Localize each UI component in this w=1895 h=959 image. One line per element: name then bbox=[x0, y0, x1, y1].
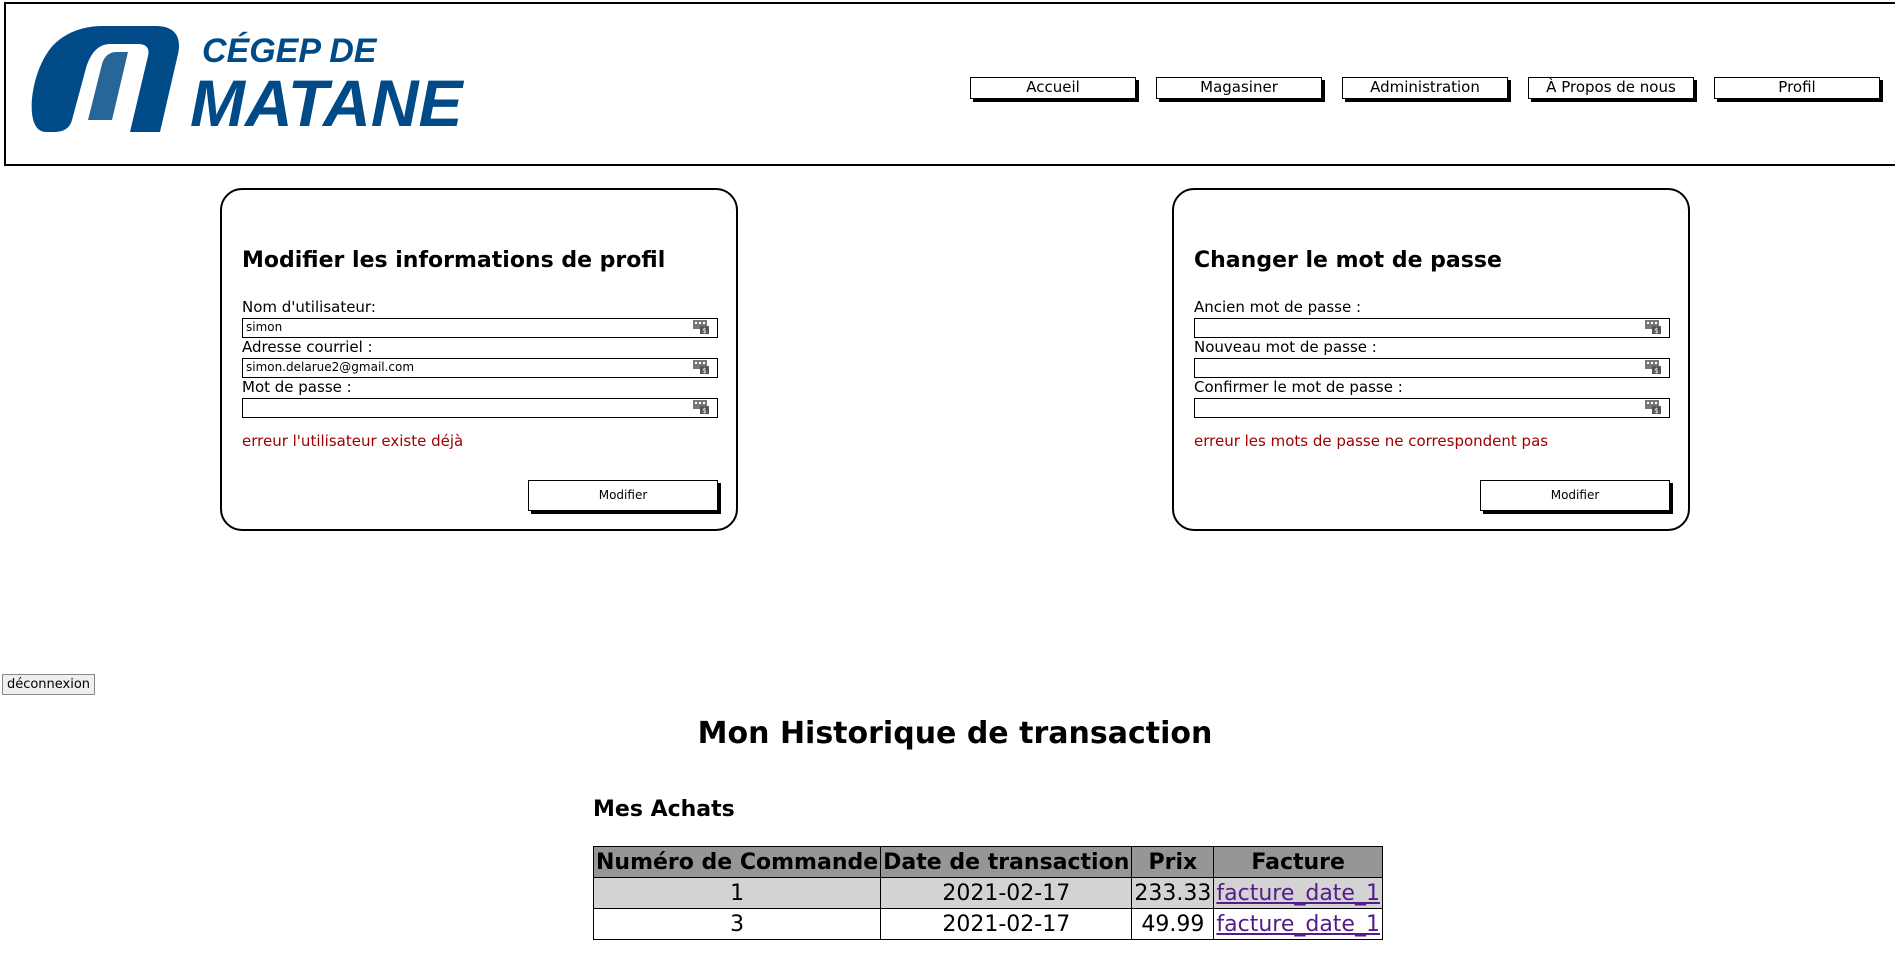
price-cell: 233.33 bbox=[1131, 877, 1215, 909]
table-row: 1 2021-02-17 233.33 facture_date_1 bbox=[592, 877, 1383, 909]
password-manager-icon[interactable]: $ bbox=[693, 360, 709, 374]
username-field[interactable]: simon $ bbox=[242, 318, 718, 338]
change-password-title: Changer le mot de passe bbox=[1194, 248, 1502, 273]
password-manager-icon[interactable]: $ bbox=[1645, 400, 1661, 414]
date-cell: 2021-02-17 bbox=[880, 877, 1133, 909]
svg-text:$: $ bbox=[702, 327, 706, 334]
profile-modify-button[interactable]: Modifier bbox=[528, 480, 718, 511]
invoice-link[interactable]: facture_date_1 bbox=[1216, 881, 1380, 906]
svg-text:$: $ bbox=[1654, 407, 1658, 414]
password-error-message: erreur les mots de passe ne corresponden… bbox=[1194, 432, 1549, 450]
password-modify-button[interactable]: Modifier bbox=[1480, 480, 1670, 511]
date-cell: 2021-02-17 bbox=[880, 908, 1133, 940]
password-label: Mot de passe : bbox=[242, 378, 352, 396]
order-number-cell: 3 bbox=[592, 908, 882, 940]
col-transaction-date: Date de transaction bbox=[880, 846, 1133, 878]
password-manager-icon[interactable]: $ bbox=[1645, 320, 1661, 334]
new-password-field[interactable]: $ bbox=[1194, 358, 1670, 378]
svg-text:$: $ bbox=[1654, 367, 1658, 374]
site-header: CÉGEP DE MATANE Accueil Magasiner Admini… bbox=[4, 2, 1895, 166]
cegep-matane-logo[interactable]: CÉGEP DE MATANE bbox=[24, 20, 464, 150]
password-manager-icon[interactable]: $ bbox=[1645, 360, 1661, 374]
history-title: Mon Historique de transaction bbox=[697, 716, 1213, 751]
password-manager-icon[interactable]: $ bbox=[693, 400, 709, 414]
col-invoice: Facture bbox=[1213, 846, 1383, 878]
password-field[interactable]: $ bbox=[242, 398, 718, 418]
email-field[interactable]: simon.delarue2@gmail.com $ bbox=[242, 358, 718, 378]
svg-text:$: $ bbox=[702, 407, 706, 414]
old-password-field[interactable]: $ bbox=[1194, 318, 1670, 338]
nav-administration-button[interactable]: Administration bbox=[1342, 77, 1508, 99]
username-value: simon bbox=[246, 320, 283, 334]
old-password-label: Ancien mot de passe : bbox=[1194, 298, 1362, 316]
logout-button[interactable]: déconnexion bbox=[2, 674, 95, 695]
logo-text-line2: MATANE bbox=[190, 66, 464, 140]
col-order-number: Numéro de Commande bbox=[592, 846, 882, 878]
nav-profil-button[interactable]: Profil bbox=[1714, 77, 1880, 99]
confirm-password-field[interactable]: $ bbox=[1194, 398, 1670, 418]
password-manager-icon[interactable]: $ bbox=[693, 320, 709, 334]
svg-text:$: $ bbox=[1654, 327, 1658, 334]
confirm-password-label: Confirmer le mot de passe : bbox=[1194, 378, 1403, 396]
new-password-label: Nouveau mot de passe : bbox=[1194, 338, 1377, 356]
email-label: Adresse courriel : bbox=[242, 338, 373, 356]
username-label: Nom d'utilisateur: bbox=[242, 298, 376, 316]
edit-profile-title: Modifier les informations de profil bbox=[242, 248, 666, 273]
invoice-link[interactable]: facture_date_1 bbox=[1216, 912, 1380, 937]
edit-profile-card: Modifier les informations de profil Nom … bbox=[220, 188, 738, 531]
change-password-card: Changer le mot de passe Ancien mot de pa… bbox=[1172, 188, 1690, 531]
table-row: 3 2021-02-17 49.99 facture_date_1 bbox=[592, 908, 1383, 940]
nav-accueil-button[interactable]: Accueil bbox=[970, 77, 1136, 99]
price-cell: 49.99 bbox=[1131, 908, 1215, 940]
table-header-row: Numéro de Commande Date de transaction P… bbox=[592, 846, 1383, 878]
nav-magasiner-button[interactable]: Magasiner bbox=[1156, 77, 1322, 99]
order-number-cell: 1 bbox=[592, 877, 882, 909]
email-value: simon.delarue2@gmail.com bbox=[246, 360, 415, 374]
profile-error-message: erreur l'utilisateur existe déjà bbox=[242, 432, 464, 450]
purchases-title: Mes Achats bbox=[593, 797, 735, 822]
invoice-cell: facture_date_1 bbox=[1213, 877, 1383, 909]
invoice-cell: facture_date_1 bbox=[1213, 908, 1383, 940]
purchases-table: Numéro de Commande Date de transaction P… bbox=[592, 846, 1383, 940]
svg-text:$: $ bbox=[702, 367, 706, 374]
logo-text-line1: CÉGEP DE bbox=[202, 32, 378, 70]
nav-a-propos-button[interactable]: À Propos de nous bbox=[1528, 77, 1694, 99]
col-price: Prix bbox=[1131, 846, 1215, 878]
